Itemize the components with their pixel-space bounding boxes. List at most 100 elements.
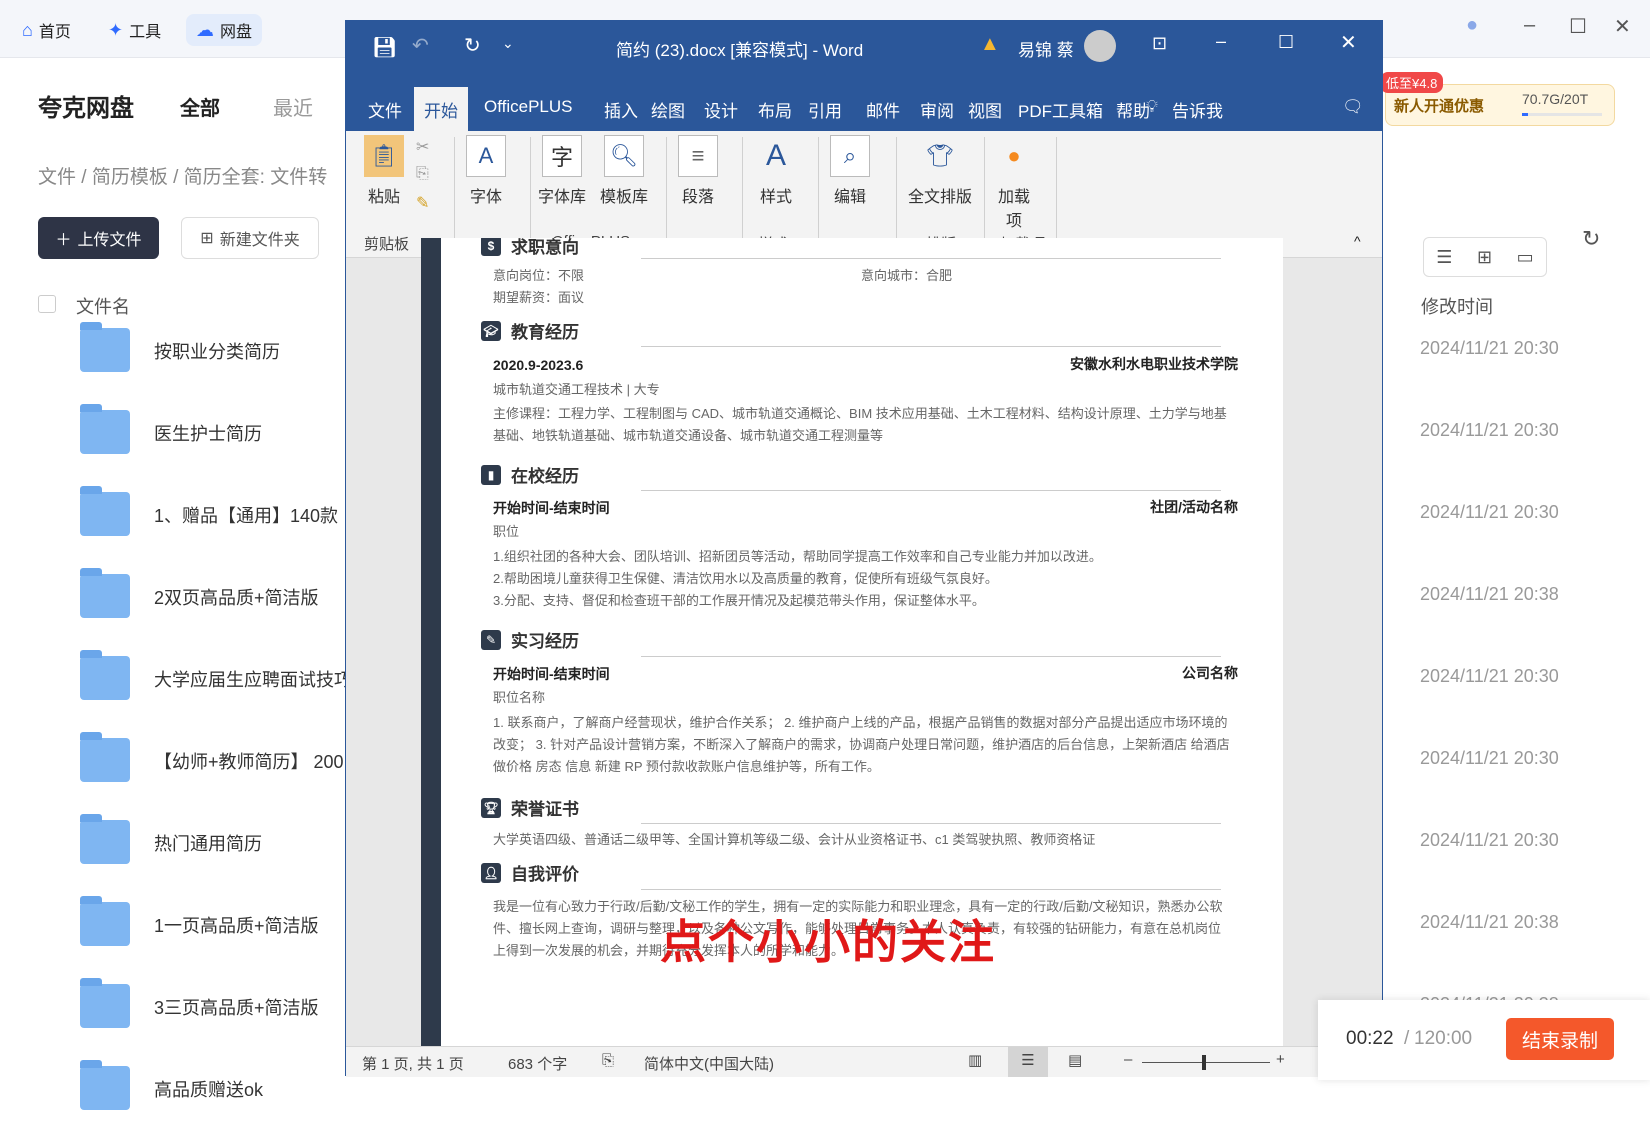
comments-icon[interactable]: 🗨︎ (1342, 97, 1364, 117)
ribbon-tab[interactable]: 绘图 (651, 97, 685, 122)
folder-icon (80, 486, 130, 536)
file-name[interactable]: 1一页高品质+简洁版 (154, 912, 319, 938)
lightbulb-icon[interactable]: 💡︎ (1146, 97, 1158, 117)
file-name[interactable]: 热门通用简历 (154, 830, 262, 856)
ribbon-tab[interactable]: 邮件 (866, 97, 900, 122)
ribbon-display-icon[interactable]: ⊡ (1152, 33, 1167, 54)
zoom-out-icon[interactable]: – (1124, 1051, 1132, 1068)
word-count[interactable]: 683 个字 (508, 1053, 567, 1074)
language[interactable]: 简体中文(中国大陆) (644, 1053, 774, 1074)
zoom-slider[interactable] (1142, 1055, 1270, 1070)
redo-icon[interactable]: ↻ (464, 33, 481, 58)
file-name[interactable]: 按职业分类简历 (154, 338, 280, 364)
ribbon-tab[interactable]: 告诉我 (1172, 97, 1223, 122)
money-bag-icon: $ (481, 238, 501, 256)
file-time: 2024/11/21 20:30 (1420, 666, 1559, 686)
recording-widget: 00:22 / 120:00 结束录制 (1318, 1000, 1650, 1080)
ribbon-tab[interactable]: 审阅 (920, 97, 954, 122)
app-title: 夸克网盘 (38, 95, 134, 122)
file-name[interactable]: 大学应届生应聘面试技巧 (154, 666, 352, 692)
editing-button[interactable]: ⌕ 编辑 (830, 135, 870, 207)
tab-recent[interactable]: 最近 (273, 92, 313, 121)
styles-button[interactable]: A 样式 (756, 135, 796, 207)
folder-icon (80, 814, 130, 864)
tab-all[interactable]: 全部 (180, 92, 220, 121)
paragraph-button[interactable]: ≡ 段落 (678, 135, 718, 207)
collapse-ribbon-icon[interactable]: ^ (1354, 233, 1361, 249)
ribbon-tab[interactable]: 开始 (414, 87, 468, 131)
page-left-band (421, 238, 441, 1046)
ribbon-tab[interactable]: 插入 (604, 97, 638, 122)
proofing-icon[interactable]: ⎘ (602, 1052, 614, 1069)
tab-cloud-drive[interactable]: ☁ 网盘 (186, 14, 263, 46)
ribbon-tab[interactable]: 布局 (758, 97, 792, 122)
refresh-icon[interactable]: ↻ (1582, 226, 1600, 252)
graduation-cap-icon: 🎓︎ (481, 320, 501, 341)
full-layout-button[interactable]: 👕︎ 全文排版 (908, 135, 972, 207)
stop-recording-button[interactable]: 结束录制 (1506, 1018, 1614, 1060)
font-button[interactable]: A 字体 (466, 135, 506, 207)
grid-view-icon[interactable]: ⊞ (1477, 247, 1492, 268)
customize-qat-icon[interactable]: ⌄ (502, 35, 514, 52)
save-icon[interactable]: 💾︎ (372, 35, 397, 60)
tab-home[interactable]: ⌂ 首页 (12, 14, 81, 46)
user-avatar[interactable] (1084, 30, 1116, 62)
file-name[interactable]: 3三页高品质+简洁版 (154, 994, 319, 1020)
file-name[interactable]: 医生护士简历 (154, 420, 262, 446)
ribbon-tab[interactable]: 引用 (808, 97, 842, 122)
ribbon-tab[interactable]: PDF工具箱 (1018, 97, 1103, 122)
upload-button[interactable]: ＋上传文件 (38, 217, 159, 259)
page-count[interactable]: 第 1 页, 共 1 页 (362, 1053, 464, 1074)
close-icon[interactable]: ✕ (1340, 30, 1357, 55)
book-icon: ▮ (481, 464, 501, 485)
maximize-icon[interactable]: ☐ (1278, 32, 1294, 53)
zoom-in-icon[interactable]: + (1276, 1051, 1285, 1068)
new-folder-button[interactable]: ⊞ 新建文件夹 (181, 217, 319, 259)
ribbon-tab[interactable]: OfficePLUS (484, 97, 573, 117)
ribbon-tab[interactable]: 文件 (368, 97, 402, 122)
format-painter-icon[interactable]: ✎ (416, 193, 429, 213)
user-name[interactable]: 易锦 蔡 (1018, 36, 1074, 61)
tab-tools[interactable]: ✦ 工具 (98, 14, 171, 46)
folder-plus-icon: ⊞ (200, 230, 214, 247)
ribbon-tab[interactable]: 帮助 (1116, 97, 1150, 122)
minimize-icon[interactable]: – (1216, 31, 1226, 52)
read-mode-icon[interactable]: ▥ (968, 1051, 982, 1069)
addins-button[interactable]: ● 加载项 (994, 135, 1034, 231)
list-view-icon[interactable]: ☰ (1436, 247, 1452, 268)
undo-icon[interactable]: ↶ (412, 33, 429, 58)
web-layout-icon[interactable]: ▤ (1068, 1051, 1082, 1069)
shirt-icon: 👕︎ (926, 143, 954, 168)
promo-badge: 低至¥4.8 (1380, 72, 1444, 93)
minimize-icon[interactable]: – (1524, 14, 1535, 37)
print-layout-icon[interactable]: ☰ (1008, 1047, 1048, 1077)
avatar-icon[interactable]: ● (1466, 14, 1478, 37)
breadcrumb[interactable]: 文件 / 简历模板 / 简历全套: 文件转 (38, 162, 327, 189)
file-time: 2024/11/21 20:30 (1420, 338, 1559, 358)
folder-icon (80, 404, 130, 454)
file-time: 2024/11/21 20:38 (1420, 912, 1559, 932)
cut-icon[interactable]: ✂ (416, 137, 429, 157)
paragraph-icon: ≡ (678, 135, 718, 177)
storage-text: 70.7G/20T (1522, 91, 1589, 107)
warning-icon[interactable]: ▲ (980, 33, 1000, 56)
storage-bar (1522, 113, 1602, 116)
template-search-icon: 🔍︎ (604, 135, 644, 177)
file-name[interactable]: 2双页高品质+简洁版 (154, 584, 319, 610)
font-library-button[interactable]: 字字体库 (538, 135, 586, 207)
ribbon-tab[interactable]: 视图 (968, 97, 1002, 122)
folder-icon (80, 1060, 130, 1110)
find-icon: ⌕ (830, 135, 870, 177)
close-icon[interactable]: ✕ (1614, 14, 1631, 39)
ribbon-tab[interactable]: 设计 (704, 97, 738, 122)
file-time: 2024/11/21 20:30 (1420, 502, 1559, 522)
folder-icon (80, 732, 130, 782)
preview-view-icon[interactable]: ▭ (1517, 247, 1534, 268)
paste-button[interactable]: 📋︎ 粘贴 (364, 135, 404, 207)
copy-icon[interactable]: ⎘ (416, 165, 429, 183)
maximize-icon[interactable]: ☐ (1569, 14, 1587, 39)
folder-icon (80, 650, 130, 700)
template-library-button[interactable]: 🔍︎ 模板库 (600, 135, 648, 207)
file-name[interactable]: 1、赠品【通用】140款 (154, 502, 338, 528)
file-name[interactable]: 【幼师+教师简历】 200 (154, 748, 344, 774)
